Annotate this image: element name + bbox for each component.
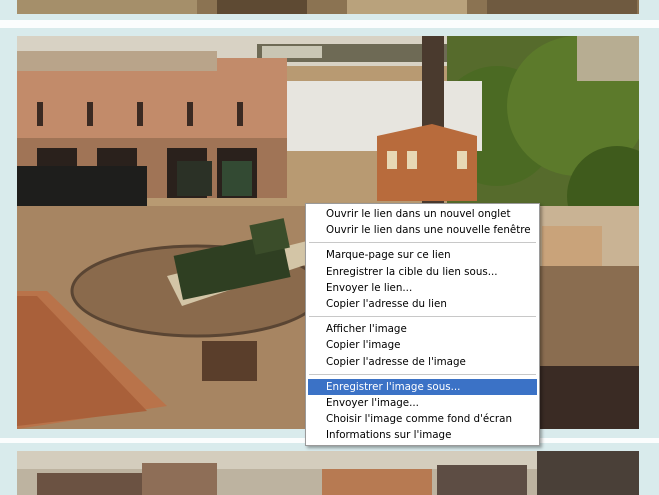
menu-item[interactable]: Enregistrer l'image sous... <box>308 378 537 395</box>
bottom-photo-link[interactable] <box>17 451 639 495</box>
menu-item[interactable]: Ouvrir le lien dans un nouvel onglet <box>306 206 539 222</box>
menu-separator <box>309 373 536 375</box>
menu-item[interactable]: Afficher l'image <box>306 321 539 337</box>
menu-item[interactable]: Envoyer l'image... <box>306 395 539 411</box>
bottom-photo-image <box>17 451 639 495</box>
menu-item[interactable]: Envoyer le lien... <box>306 280 539 296</box>
menu-separator <box>309 242 536 244</box>
menu-item[interactable]: Choisir l'image comme fond d'écran <box>306 411 539 427</box>
menu-separator <box>309 316 536 318</box>
menu-item[interactable]: Enregistrer la cible du lien sous... <box>306 264 539 280</box>
top-photo-link[interactable] <box>17 0 639 14</box>
top-photo-image <box>17 0 639 14</box>
menu-item[interactable]: Copier l'image <box>306 337 539 353</box>
menu-item[interactable]: Informations sur l'image <box>306 427 539 443</box>
menu-item[interactable]: Marque-page sur ce lien <box>306 247 539 263</box>
menu-item[interactable]: Copier l'adresse de l'image <box>306 354 539 370</box>
menu-item[interactable]: Ouvrir le lien dans une nouvelle fenêtre <box>306 222 539 238</box>
menu-item[interactable]: Copier l'adresse du lien <box>306 296 539 312</box>
context-menu: Ouvrir le lien dans un nouvel onglet Ouvr… <box>305 203 540 447</box>
